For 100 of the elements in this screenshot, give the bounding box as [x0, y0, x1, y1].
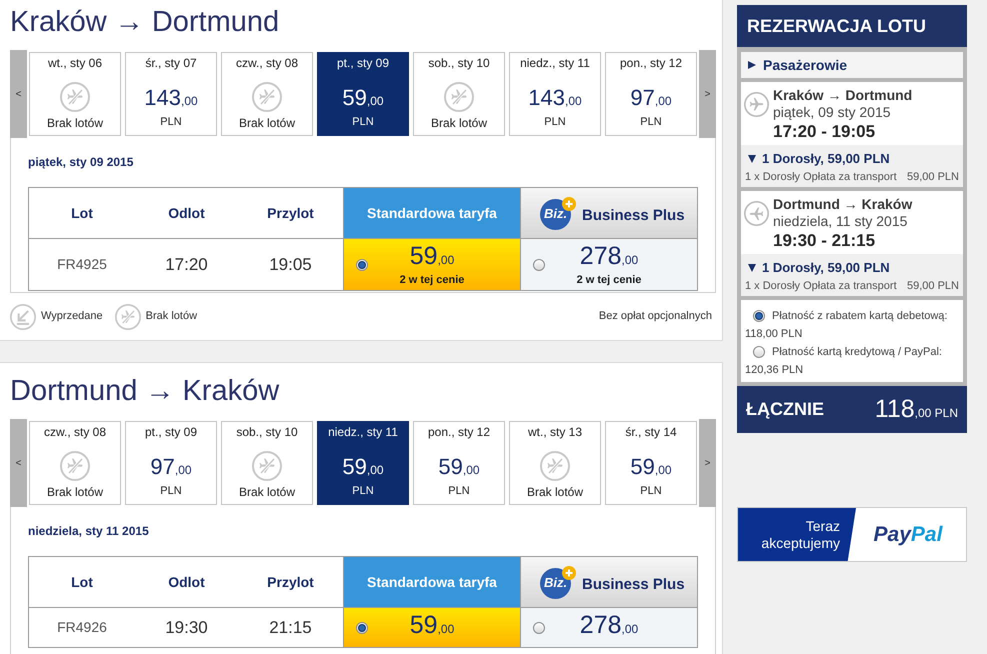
legend-label: Brak lotów	[146, 309, 198, 324]
booking-title: REZERWACJA LOTU	[737, 5, 967, 47]
column-header: Przylot	[266, 204, 315, 223]
radio-button[interactable]	[356, 622, 368, 634]
tile-date: wt., sty 13	[528, 425, 582, 439]
tile-price: 59,00	[630, 454, 672, 481]
radio-button[interactable]	[533, 258, 545, 270]
date-tile[interactable]: śr., sty 14 59,00 PLN	[605, 421, 697, 505]
fare-price: 278,00	[580, 612, 638, 641]
date-tile[interactable]: czw., sty 08 Brak lotów	[29, 421, 121, 505]
route-title: Kraków → Dortmund	[9, 5, 280, 40]
tile-date: śr., sty 07	[145, 56, 197, 70]
flight-number-cell: FR4926	[29, 607, 135, 647]
radio-button[interactable]	[753, 346, 765, 358]
next-dates-button[interactable]: >	[699, 50, 716, 138]
radio-button[interactable]	[753, 310, 765, 322]
tile-note: Brak lotów	[238, 116, 296, 130]
column-header: Standardowa taryfa	[343, 557, 520, 607]
legend-note: Bez opłat opcjonalnych	[598, 309, 712, 324]
tile-date: pon., sty 12	[620, 56, 682, 70]
next-dates-button[interactable]: >	[699, 419, 716, 507]
route-label: Kraków → Dortmund	[773, 87, 912, 104]
payment-option-label: Płatność z rabatem kartą debetową:	[772, 308, 948, 324]
date-tile[interactable]: niedz., sty 11 59,00 PLN	[317, 421, 409, 505]
plane-slash-icon	[540, 451, 570, 481]
tile-note: Brak lotów	[46, 116, 104, 130]
business-plus-label: Business Plus	[582, 574, 685, 595]
fare-item-label: 1 x Dorosły Opłata za transport	[745, 170, 897, 184]
plane-slash-icon	[60, 82, 90, 112]
tile-currency: PLN	[352, 116, 374, 129]
arrow-circle-icon	[10, 304, 36, 330]
biz-logo: Biz.	[540, 198, 571, 230]
flight-date: piątek, 09 sty 2015	[773, 104, 892, 121]
tile-price: 143,00	[144, 85, 198, 112]
plane-icon	[744, 92, 769, 117]
business-plus-label: Business Plus	[582, 206, 685, 226]
tile-currency: PLN	[160, 485, 182, 498]
total-label: ŁĄCZNIE	[746, 398, 824, 421]
tile-currency: PLN	[640, 116, 662, 129]
tile-currency: PLN	[448, 485, 470, 498]
date-tile[interactable]: niedz., sty 11 143,00 PLN	[509, 52, 601, 136]
fare-item-amount: 59,00 PLN	[907, 170, 959, 184]
previous-dates-button[interactable]: <	[10, 419, 27, 507]
radio-button[interactable]	[356, 258, 368, 270]
tile-currency: PLN	[160, 116, 182, 129]
flight-time: 17:20 - 19:05	[773, 121, 876, 142]
tile-currency: PLN	[640, 485, 662, 498]
date-tile[interactable]: wt., sty 06 Brak lotów	[29, 52, 121, 136]
date-heading: niedziela, sty 11 2015	[28, 524, 150, 538]
fare-note: 2 w tej cenie	[576, 274, 642, 286]
plane-slash-icon	[444, 82, 474, 112]
biz-logo: Biz.	[540, 568, 571, 598]
date-tile[interactable]: pon., sty 12 59,00 PLN	[413, 421, 505, 505]
banner-text: Teraz akceptujemy	[760, 518, 840, 552]
date-tile[interactable]: śr., sty 07 143,00 PLN	[125, 52, 217, 136]
payment-option-amount: 118,00 PLN	[745, 327, 802, 342]
plane-slash-icon	[252, 451, 282, 481]
tile-price: 97,00	[150, 454, 192, 481]
date-tile[interactable]: sob., sty 10 Brak lotów	[221, 421, 313, 505]
column-header: Przylot	[266, 572, 315, 592]
date-tile[interactable]: czw., sty 08 Brak lotów	[221, 52, 313, 136]
plus-badge-icon	[562, 566, 576, 580]
previous-dates-button[interactable]: <	[10, 50, 27, 138]
fare-toggle[interactable]: 1 Dorosły, 59,00 PLN	[745, 260, 959, 276]
fare-toggle[interactable]: 1 Dorosły, 59,00 PLN	[745, 151, 959, 167]
date-heading: piątek, sty 09 2015	[28, 155, 134, 169]
column-header: Odlot	[167, 572, 206, 592]
tile-note: Brak lotów	[430, 116, 488, 130]
payment-option-amount: 120,36 PLN	[745, 363, 804, 378]
plane-slash-icon	[114, 304, 141, 330]
total-amount: 118,00 PLN	[874, 394, 958, 425]
column-header: Standardowa taryfa	[343, 188, 520, 238]
date-tile[interactable]: pt., sty 09 59,00 PLN	[317, 52, 409, 136]
plane-slash-icon	[60, 451, 90, 481]
tile-date: czw., sty 08	[236, 56, 298, 70]
date-tile[interactable]: pon., sty 12 97,00 PLN	[605, 52, 697, 136]
flight-time: 19:30 - 21:15	[773, 230, 876, 251]
column-header: Lot	[70, 572, 94, 592]
fare-price: 59,00	[410, 612, 454, 641]
route-title: Dortmund → Kraków	[9, 374, 280, 409]
tile-price: 59,00	[342, 454, 384, 481]
passengers-toggle[interactable]: Pasażerowie	[741, 52, 963, 78]
tile-note: Brak lotów	[46, 485, 104, 499]
radio-button[interactable]	[533, 622, 545, 634]
date-tile[interactable]: pt., sty 09 97,00 PLN	[125, 421, 217, 505]
tile-date: sob., sty 10	[236, 425, 298, 439]
tile-date: pt., sty 09	[144, 425, 198, 439]
tile-price: 59,00	[438, 454, 480, 481]
departure-time-cell: 19:30	[135, 607, 238, 647]
tile-date: niedz., sty 11	[520, 56, 590, 70]
date-tile[interactable]: sob., sty 10 Brak lotów	[413, 52, 505, 136]
fare-price: 59,00	[410, 243, 454, 272]
tile-date: pt., sty 09	[336, 56, 390, 70]
legend-label: Wyprzedane	[41, 309, 103, 324]
date-tile[interactable]: wt., sty 13 Brak lotów	[509, 421, 601, 505]
tile-date: czw., sty 08	[44, 425, 106, 439]
fare-price: 278,00	[580, 243, 638, 272]
tile-date: śr., sty 14	[625, 425, 677, 439]
tile-currency: PLN	[544, 116, 566, 129]
route-label: Dortmund → Kraków	[773, 196, 912, 213]
